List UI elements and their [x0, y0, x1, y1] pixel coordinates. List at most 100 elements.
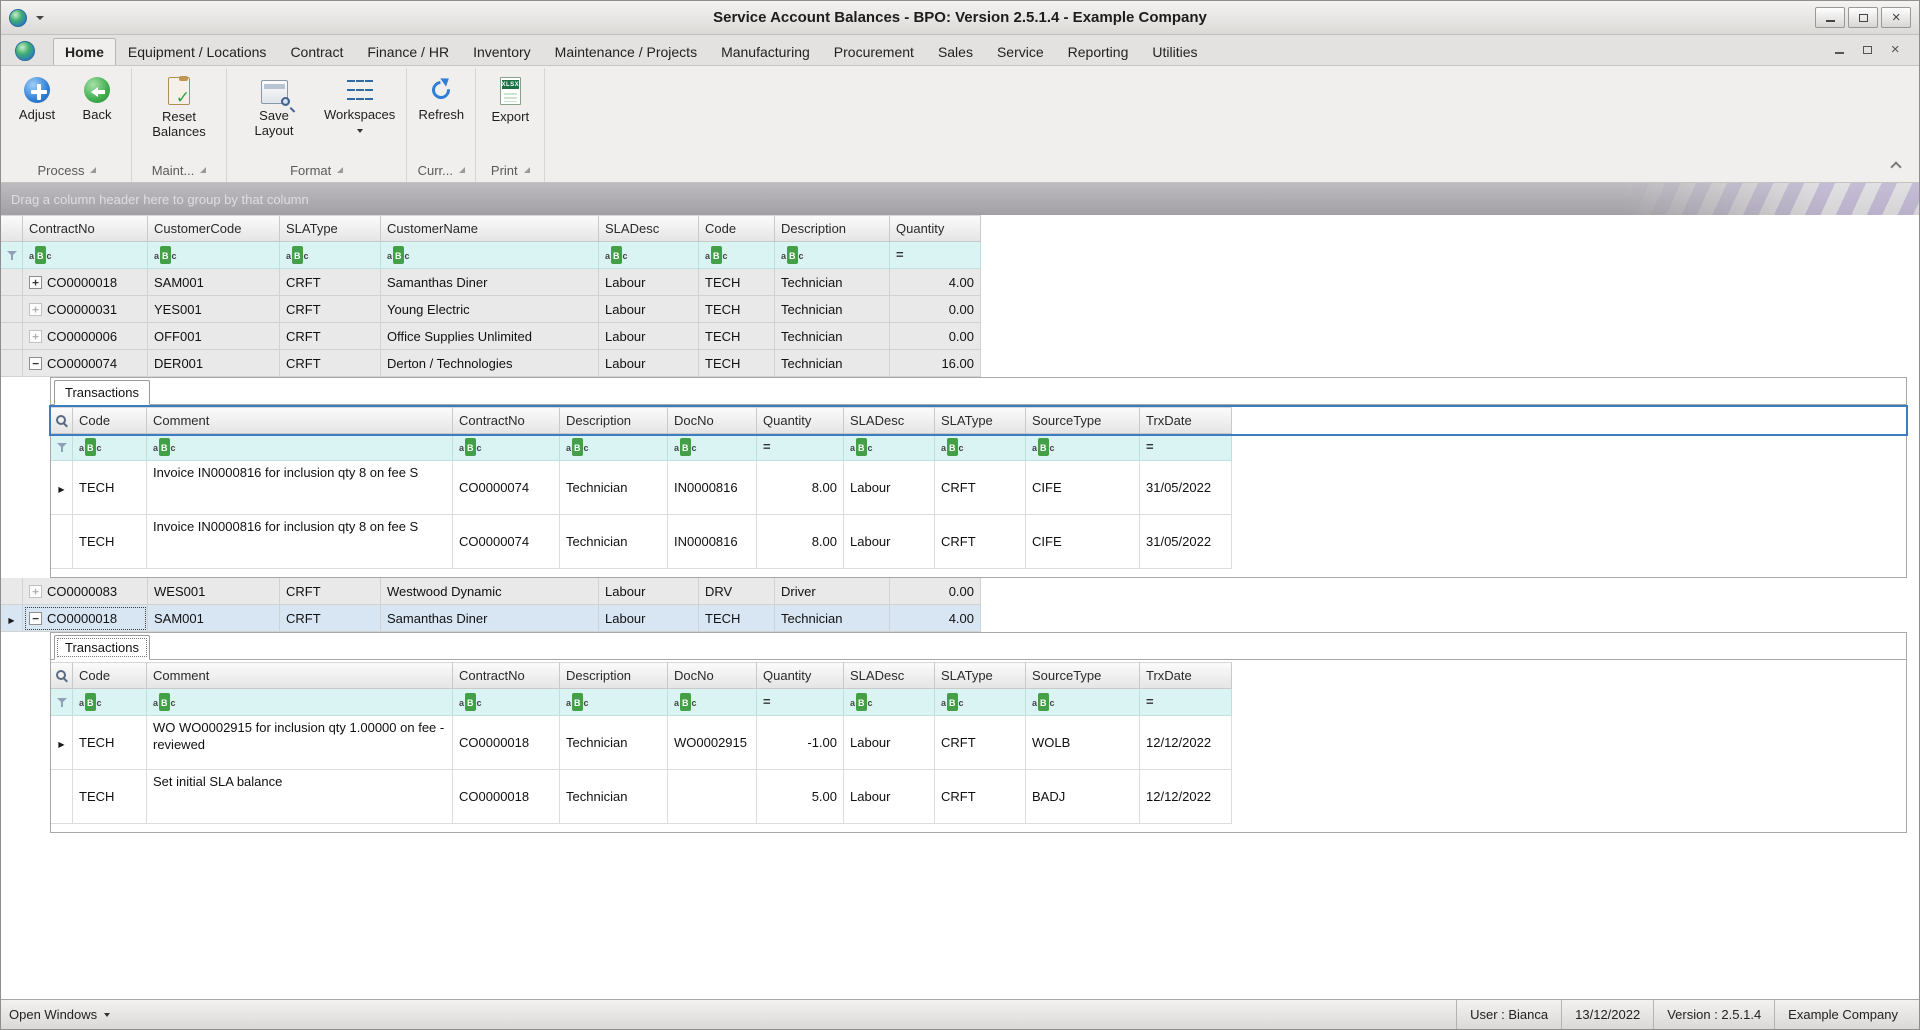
cell-customername[interactable]: Samanthas Diner	[381, 605, 599, 632]
tab-reporting[interactable]: Reporting	[1056, 38, 1141, 66]
dialog-launcher-icon[interactable]	[459, 167, 465, 173]
filter-contractno[interactable]	[453, 689, 560, 716]
dialog-launcher-icon[interactable]	[200, 167, 207, 173]
tab-manufacturing[interactable]: Manufacturing	[709, 38, 822, 66]
quick-access-dropdown-icon[interactable]	[36, 15, 44, 20]
filter-sourcetype[interactable]	[1026, 689, 1140, 716]
cell-customercode[interactable]: WES001	[148, 578, 280, 605]
back-button[interactable]: Back	[68, 73, 126, 127]
col-header-contractno[interactable]: ContractNo	[453, 662, 560, 689]
cell-slatype[interactable]: CRFT	[280, 605, 381, 632]
cell-slatype[interactable]: CRFT	[935, 515, 1026, 569]
app-icon-small[interactable]	[15, 41, 35, 61]
cell-sladesc[interactable]: Labour	[844, 515, 935, 569]
filter-description[interactable]	[560, 434, 668, 461]
cell-description[interactable]: Technician	[560, 461, 668, 515]
col-header-sourcetype[interactable]: SourceType	[1026, 407, 1140, 434]
filter-sladesc[interactable]	[844, 434, 935, 461]
tab-equipment-locations[interactable]: Equipment / Locations	[116, 38, 279, 66]
filter-code[interactable]	[699, 242, 775, 269]
cell-sladesc[interactable]: Labour	[844, 461, 935, 515]
cell-quantity[interactable]: 5.00	[757, 770, 844, 824]
col-header-docno[interactable]: DocNo	[668, 407, 757, 434]
expand-icon[interactable]	[29, 302, 42, 316]
tab-inventory[interactable]: Inventory	[461, 38, 543, 66]
filter-sourcetype[interactable]	[1026, 434, 1140, 461]
cell-trxdate[interactable]: 12/12/2022	[1140, 716, 1232, 770]
cell-docno[interactable]: IN0000816	[668, 515, 757, 569]
export-button[interactable]: Export	[481, 73, 539, 129]
dialog-launcher-icon[interactable]	[337, 167, 344, 173]
detail-row[interactable]: TECH Invoice IN0000816 for inclusion qty…	[51, 515, 1906, 569]
filter-trxdate[interactable]	[1140, 434, 1232, 461]
cell-contractno[interactable]: CO0000074	[453, 515, 560, 569]
adjust-button[interactable]: Adjust	[8, 73, 66, 127]
filter-slatype[interactable]	[935, 434, 1026, 461]
col-header-description[interactable]: Description	[775, 215, 890, 242]
cell-description[interactable]: Technician	[775, 296, 890, 323]
cell-code[interactable]: TECH	[73, 770, 147, 824]
filter-comment[interactable]	[147, 434, 453, 461]
cell-slatype[interactable]: CRFT	[935, 461, 1026, 515]
cell-quantity[interactable]: 16.00	[890, 350, 981, 377]
tab-service[interactable]: Service	[985, 38, 1056, 66]
cell-sladesc[interactable]: Labour	[599, 323, 699, 350]
cell-contractno[interactable]: CO0000074	[453, 461, 560, 515]
cell-contractno[interactable]: CO0000018	[453, 770, 560, 824]
expand-icon[interactable]	[29, 275, 42, 289]
table-row[interactable]: CO0000018 SAM001 CRFT Samanthas Diner La…	[1, 269, 1919, 296]
col-header-description[interactable]: Description	[560, 662, 668, 689]
col-header-quantity[interactable]: Quantity	[757, 662, 844, 689]
cell-slatype[interactable]: CRFT	[935, 716, 1026, 770]
cell-description[interactable]: Technician	[560, 770, 668, 824]
maximize-button[interactable]	[1848, 7, 1878, 28]
col-header-trxdate[interactable]: TrxDate	[1140, 407, 1232, 434]
cell-description[interactable]: Technician	[775, 269, 890, 296]
cell-slatype[interactable]: CRFT	[280, 350, 381, 377]
expand-icon[interactable]	[29, 584, 42, 598]
cell-sladesc[interactable]: Labour	[844, 770, 935, 824]
filter-quantity[interactable]	[890, 242, 981, 269]
mdi-close-button[interactable]	[1885, 42, 1905, 58]
col-header-sourcetype[interactable]: SourceType	[1026, 662, 1140, 689]
collapse-icon[interactable]	[29, 356, 42, 370]
filter-description[interactable]	[775, 242, 890, 269]
col-header-contractno[interactable]: ContractNo	[23, 215, 148, 242]
filter-sladesc[interactable]	[599, 242, 699, 269]
cell-code[interactable]: DRV	[699, 578, 775, 605]
filter-quantity[interactable]	[757, 434, 844, 461]
col-header-docno[interactable]: DocNo	[668, 662, 757, 689]
detail-row[interactable]: TECH Invoice IN0000816 for inclusion qty…	[51, 461, 1906, 515]
cell-contractno[interactable]: CO0000083	[23, 578, 148, 605]
cell-sladesc[interactable]: Labour	[599, 350, 699, 377]
cell-quantity[interactable]: 0.00	[890, 578, 981, 605]
cell-slatype[interactable]: CRFT	[280, 269, 381, 296]
filter-quantity[interactable]	[757, 689, 844, 716]
cell-sladesc[interactable]: Labour	[599, 578, 699, 605]
reset-balances-button[interactable]: Reset Balances	[137, 73, 221, 144]
cell-slatype[interactable]: CRFT	[935, 770, 1026, 824]
detail-row[interactable]: TECH WO WO0002915 for inclusion qty 1.00…	[51, 716, 1906, 770]
cell-customername[interactable]: Office Supplies Unlimited	[381, 323, 599, 350]
cell-customercode[interactable]: SAM001	[148, 605, 280, 632]
cell-code[interactable]: TECH	[73, 716, 147, 770]
cell-contractno[interactable]: CO0000074	[23, 350, 148, 377]
cell-description[interactable]: Technician	[775, 350, 890, 377]
col-header-sladesc[interactable]: SLADesc	[844, 407, 935, 434]
cell-docno[interactable]: WO0002915	[668, 716, 757, 770]
cell-contractno[interactable]: CO0000006	[23, 323, 148, 350]
cell-sourcetype[interactable]: CIFE	[1026, 515, 1140, 569]
filter-contractno[interactable]	[23, 242, 148, 269]
tab-sales[interactable]: Sales	[926, 38, 985, 66]
filter-trxdate[interactable]	[1140, 689, 1232, 716]
col-header-slatype[interactable]: SLAType	[935, 407, 1026, 434]
cell-sladesc[interactable]: Labour	[599, 296, 699, 323]
cell-description[interactable]: Technician	[560, 716, 668, 770]
group-by-panel[interactable]: Drag a column header here to group by th…	[1, 183, 1919, 215]
col-header-trxdate[interactable]: TrxDate	[1140, 662, 1232, 689]
tab-utilities[interactable]: Utilities	[1140, 38, 1209, 66]
table-row[interactable]: CO0000074 DER001 CRFT Derton / Technolog…	[1, 350, 1919, 377]
col-header-sladesc[interactable]: SLADesc	[599, 215, 699, 242]
cell-quantity[interactable]: -1.00	[757, 716, 844, 770]
col-header-quantity[interactable]: Quantity	[890, 215, 981, 242]
